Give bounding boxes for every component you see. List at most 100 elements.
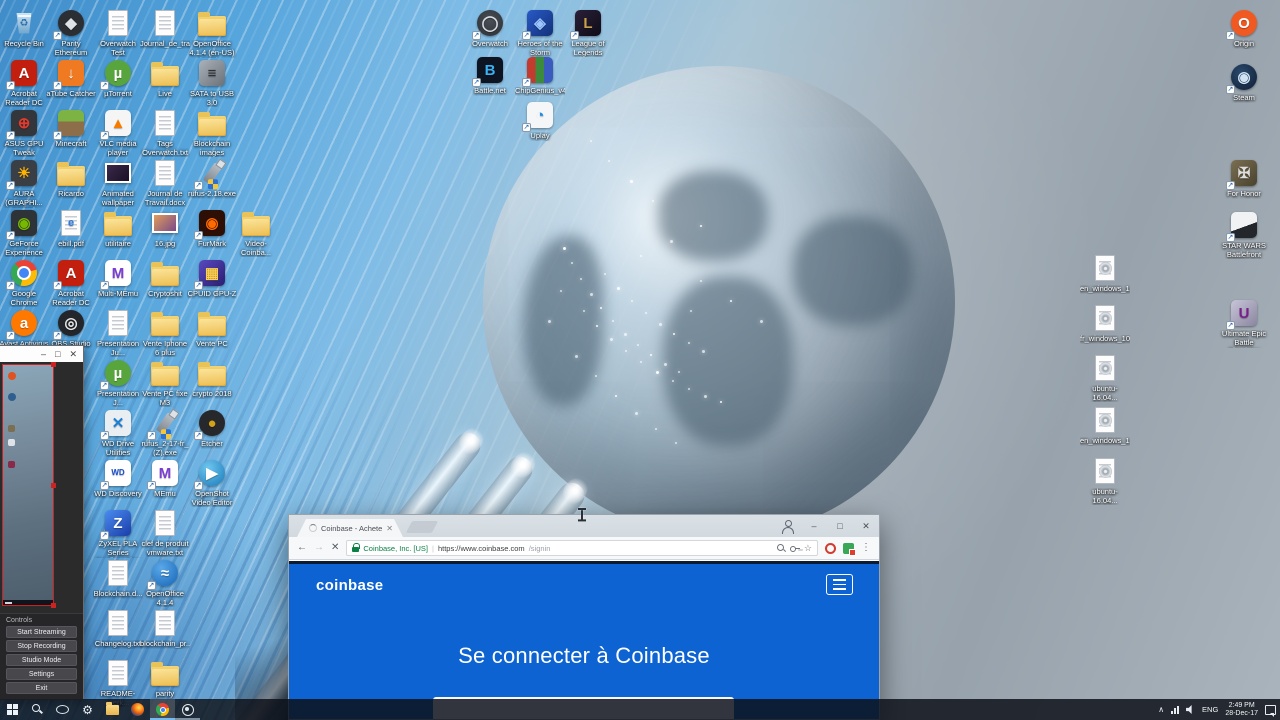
desktop-icon-vlc-media-player[interactable]: ▲ VLC media player: [93, 108, 143, 157]
password-key-icon[interactable]: [789, 544, 800, 553]
desktop-icon-wd-drive-utilities[interactable]: ✕ WD Drive Utilities: [93, 408, 143, 457]
desktop-icon-presentation-j[interactable]: µ Presentation J...: [93, 358, 143, 407]
desktop-icon-chipgenius-v4[interactable]: ChipGenius_v4...: [515, 55, 565, 96]
desktop-icon-etcher[interactable]: ● Etcher: [187, 408, 237, 449]
desktop-icon-torrent[interactable]: µ µTorrent: [93, 58, 143, 99]
obs-capture-preview[interactable]: [2, 362, 56, 608]
desktop-icon-fr-windows-10[interactable]: fr_windows_10...: [1080, 303, 1130, 344]
desktop-icon-journal-de-travail-docx[interactable]: Journal de Travail.docx: [140, 158, 190, 207]
desktop-icon-openshot-video-editor[interactable]: ▶ OpenShot Video Editor: [187, 458, 237, 507]
obs-window[interactable]: – □ ✕ Controls Start Streaming Stop Recor…: [0, 345, 84, 700]
desktop-icon-en-windows-1[interactable]: en_windows_1...: [1080, 405, 1130, 446]
desktop-icon-live[interactable]: Live: [140, 58, 190, 99]
desktop-icon-origin[interactable]: O Origin: [1219, 8, 1269, 49]
selection-handle[interactable]: [51, 603, 56, 608]
taskbar[interactable]: ⚙ ∧ ENG 2:49 PM 28-Dec-17: [0, 699, 1280, 720]
start-button[interactable]: [0, 699, 25, 720]
file-explorer-button[interactable]: [100, 699, 125, 720]
desktop-icon-rufus-2-17-fr-z-exe[interactable]: rufus_2-17-fr_ (Z).exe: [140, 408, 190, 457]
chrome-button[interactable]: [150, 699, 175, 720]
desktop-icon-parity[interactable]: parity: [140, 658, 190, 699]
selection-handle[interactable]: [51, 483, 56, 488]
desktop-icon-sata-to-usb-3-0[interactable]: ≡ SATA to USB 3.0: [187, 58, 237, 107]
desktop-icon-presentation-ju[interactable]: Presentation Ju...: [93, 308, 143, 357]
desktop-icon-google-chrome[interactable]: Google Chrome: [0, 258, 49, 307]
desktop-icon-vente-iphone-6-plus[interactable]: Vente Iphone 6 plus: [140, 308, 190, 357]
coinbase-page[interactable]: coinbase Se connecter à Coinbase: [289, 561, 879, 719]
desktop-icon-furmark[interactable]: ◉ FurMark: [187, 208, 237, 249]
tray-overflow-chevron[interactable]: ∧: [1158, 705, 1164, 714]
desktop-icon-star-wars-battlefront[interactable]: STAR WARS Battlefront: [1219, 210, 1269, 259]
desktop-icon-geforce-experience[interactable]: ◉ GeForce Experience: [0, 208, 49, 257]
desktop-icon-atube-catcher[interactable]: ↓ aTube Catcher: [46, 58, 96, 99]
desktop-icon-obs-studio[interactable]: ◎OBS Studio: [46, 308, 96, 349]
minimize-button[interactable]: –: [801, 515, 827, 537]
desktop-icon-wd-discovery[interactable]: WD WD Discovery: [93, 458, 143, 499]
clock[interactable]: 2:49 PM 28-Dec-17: [1225, 702, 1258, 718]
obs-button-stop-recording[interactable]: Stop Recording: [6, 640, 77, 652]
desktop-icon-cryptoshit[interactable]: Cryptoshit: [140, 258, 190, 299]
desktop-icon-utilitaire[interactable]: utilitaire: [93, 208, 143, 249]
desktop-icon-16-jpg[interactable]: 16.jpg: [140, 208, 190, 249]
selection-handle[interactable]: [51, 362, 56, 367]
obs-preview-canvas[interactable]: [0, 362, 83, 613]
desktop-icon-minecraft[interactable]: Minecraft: [46, 108, 96, 149]
desktop-icon-ebill-pdf[interactable]: e ebill.pdf: [46, 208, 96, 249]
desktop-icon-ubuntu-16-04[interactable]: ubuntu-16.04...: [1080, 353, 1130, 402]
desktop-icon-tags-overwatch-txt[interactable]: Tags Overwatch.txt: [140, 108, 190, 157]
desktop-icon-rufus-2-18-exe[interactable]: rufus-2.18.exe: [187, 158, 237, 199]
new-tab-button[interactable]: [405, 521, 439, 533]
obs-minimize-button[interactable]: –: [41, 349, 46, 359]
browser-tab[interactable]: Coinbase - Acheter/vend ✕: [297, 519, 403, 537]
desktop-icon-overwatch-test[interactable]: Overwatch Test: [93, 8, 143, 57]
firefox-button[interactable]: [125, 699, 150, 720]
security-label[interactable]: Coinbase, Inc. [US]: [363, 544, 428, 553]
bookmark-star-icon[interactable]: ☆: [804, 543, 812, 553]
desktop-icon-recycle-bin[interactable]: Recycle Bin: [0, 8, 49, 49]
close-button[interactable]: ✕: [853, 515, 879, 537]
desktop-icon-asus-gpu-tweak[interactable]: ⊕ ASUS GPU Tweak: [0, 108, 49, 157]
address-bar[interactable]: Coinbase, Inc. [US] | https://www.coinba…: [346, 540, 818, 556]
forward-button[interactable]: →: [314, 543, 324, 553]
desktop-icon-overwatch[interactable]: ◯ Overwatch: [465, 8, 515, 49]
desktop-icon-steam[interactable]: ◉ Steam: [1219, 62, 1269, 103]
extension-red-icon[interactable]: [825, 542, 836, 554]
task-view-button[interactable]: [50, 699, 75, 720]
desktop-icon-blockchain-images[interactable]: Blockchain images: [187, 108, 237, 157]
desktop-icon-crypto-2018[interactable]: crypto 2018: [187, 358, 237, 399]
volume-icon[interactable]: [1186, 705, 1192, 714]
desktop-icon-vente-pc[interactable]: Vente PC: [187, 308, 237, 349]
desktop-icon-ubuntu-16-04[interactable]: ubuntu-16.04...: [1080, 456, 1130, 505]
desktop-icon-journal-de-trav[interactable]: Journal_de_trav...: [140, 8, 190, 49]
desktop-icon-en-windows-1[interactable]: en_windows_1...: [1080, 253, 1130, 294]
profile-icon[interactable]: [781, 520, 794, 534]
taskbar-search-button[interactable]: [25, 699, 50, 720]
browser-window[interactable]: Coinbase - Acheter/vend ✕ – □ ✕ ← → ✕ Co…: [288, 514, 880, 720]
obs-button-studio-mode[interactable]: Studio Mode: [6, 654, 77, 666]
obs-button-settings[interactable]: Settings: [6, 668, 77, 680]
obs-maximize-button[interactable]: □: [55, 349, 60, 359]
desktop-icon-changelog-txt[interactable]: Changelog.txt: [93, 608, 143, 649]
language-indicator[interactable]: ENG: [1202, 705, 1218, 714]
obs-taskbar-button[interactable]: [175, 699, 200, 720]
desktop-icon-acrobat-reader-dc[interactable]: A Acrobat Reader DC: [46, 258, 96, 307]
maximize-button[interactable]: □: [827, 515, 853, 537]
zoom-icon[interactable]: [776, 543, 786, 553]
tab-close-icon[interactable]: ✕: [386, 524, 393, 533]
desktop-icon-ricardo[interactable]: Ricardo: [46, 158, 96, 199]
desktop-icon-animated-wallpaper[interactable]: Animated wallpaper: [93, 158, 143, 207]
desktop-icon-vente-pc-fixe-m3[interactable]: Vente PC fixe M3: [140, 358, 190, 407]
obs-button-start-streaming[interactable]: Start Streaming: [6, 626, 77, 638]
obs-button-exit[interactable]: Exit: [6, 682, 77, 694]
network-icon[interactable]: [1171, 705, 1180, 714]
back-button[interactable]: ←: [297, 543, 307, 553]
desktop-icon-battle-net[interactable]: B Battle.net: [465, 55, 515, 96]
browser-menu-icon[interactable]: ⋮: [861, 543, 871, 553]
desktop-icon-league-of-legends[interactable]: L League of Legends: [563, 8, 613, 57]
desktop-icon-multi-memu[interactable]: M Multi-MEmu: [93, 258, 143, 299]
desktop-icon-cpuid-gpu-z[interactable]: ▦ CPUID GPU-Z: [187, 258, 237, 299]
desktop-icon-video-coinba[interactable]: Video- Coinba...: [231, 208, 281, 257]
desktop-icon-openoffice-4-1-4[interactable]: ≈ OpenOffice 4.1.4: [140, 558, 190, 607]
desktop-icon-for-honor[interactable]: ✠ For Honor: [1219, 158, 1269, 199]
desktop-icon-acrobat-reader-dc[interactable]: A Acrobat Reader DC: [0, 58, 49, 107]
